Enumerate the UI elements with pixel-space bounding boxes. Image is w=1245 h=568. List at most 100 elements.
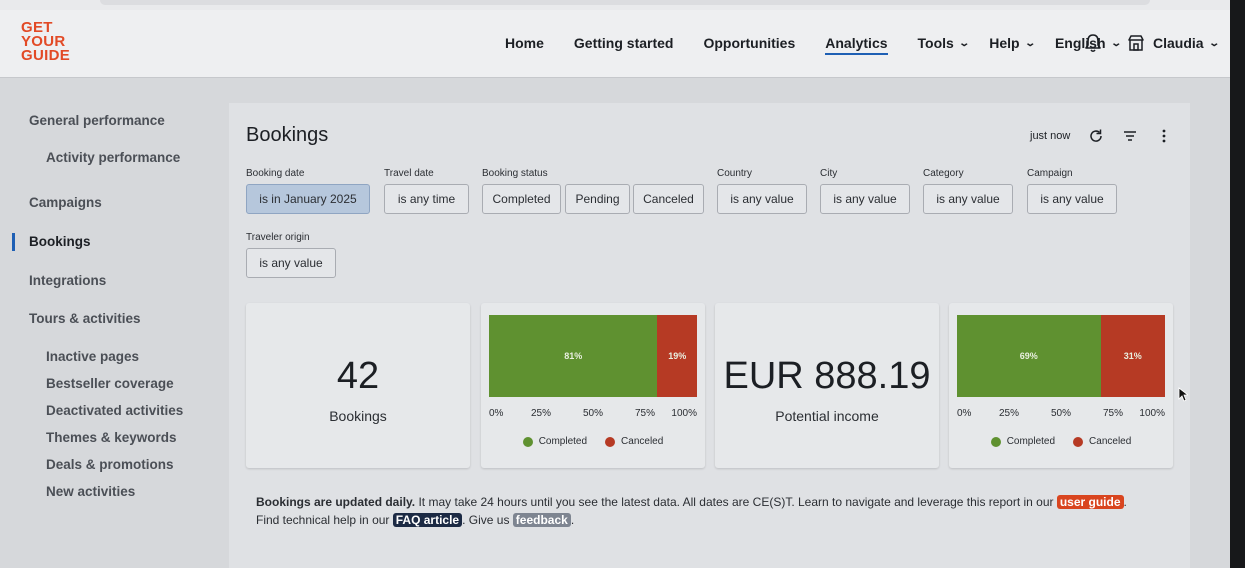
axis-tick-label: 25% — [530, 408, 551, 419]
legend-dot-icon — [522, 436, 533, 447]
legend-label: Completed — [1006, 436, 1056, 447]
bookings-count: 42 — [336, 355, 380, 397]
category-filter[interactable]: is any value — [923, 184, 1013, 214]
nav-label: Tools — [917, 35, 954, 51]
bar-segment-canceled[interactable]: 19% — [657, 315, 697, 397]
address-bar[interactable] — [100, 0, 1150, 5]
legend-dot-icon — [605, 436, 616, 447]
status-completed-chip[interactable]: Completed — [482, 184, 561, 214]
report-toolbar: just now — [1030, 127, 1172, 145]
mouse-cursor-icon — [1178, 387, 1188, 402]
bar-segment-completed[interactable]: 69% — [957, 315, 1101, 397]
filter-label-booking-date: Booking date — [246, 168, 305, 179]
filter-label-traveler-origin: Traveler origin — [246, 232, 310, 243]
bookings-panel: Bookings just now Booking date is in Jan… — [229, 103, 1190, 568]
feedback-link[interactable]: feedback — [512, 513, 571, 527]
axis-tick-label: 0% — [957, 408, 972, 419]
sidebar-item-bookings[interactable]: Bookings — [29, 234, 91, 249]
legend-item[interactable]: Canceled — [605, 436, 663, 447]
legend-label: Canceled — [621, 436, 664, 447]
legend-label: Completed — [538, 436, 588, 447]
filter-icon[interactable] — [1122, 128, 1138, 144]
bookings-count-card: 42 Bookings — [246, 303, 470, 468]
bookings-status-chart: 81% 19% 0% 25% 50% 75% 100% Completed Canceled — [481, 303, 705, 468]
nav-label: Help — [989, 35, 1020, 51]
note-text: It may take 24 hours until you see the l… — [415, 495, 1057, 509]
campaign-filter[interactable]: is any value — [1027, 184, 1117, 214]
window-edge — [1230, 0, 1245, 568]
sidebar-item-integrations[interactable]: Integrations — [29, 273, 106, 288]
traveler-origin-filter[interactable]: is any value — [246, 248, 336, 278]
status-pending-chip[interactable]: Pending — [565, 184, 630, 214]
country-filter[interactable]: is any value — [717, 184, 807, 214]
axis-tick-label: 75% — [634, 408, 655, 419]
bell-icon[interactable] — [1083, 32, 1103, 54]
potential-income-label: Potential income — [775, 408, 879, 424]
refresh-icon[interactable] — [1088, 128, 1104, 144]
axis-tick-label: 75% — [1102, 408, 1123, 419]
chart-legend: Completed Canceled — [481, 436, 705, 447]
sidebar-item-new-activities[interactable]: New activities — [46, 484, 135, 499]
filter-label-category: Category — [923, 168, 964, 179]
city-filter[interactable]: is any value — [820, 184, 910, 214]
main-nav: Home Getting started Opportunities Analy… — [490, 10, 1126, 76]
filter-label-city: City — [820, 168, 838, 179]
logo-line: GUIDE — [21, 47, 71, 64]
potential-income-value: EUR 888.19 — [723, 355, 931, 397]
nav-opportunities[interactable]: Opportunities — [688, 10, 810, 76]
sidebar-item-tours-activities[interactable]: Tours & activities — [29, 311, 141, 326]
refresh-status: just now — [1030, 130, 1071, 142]
income-status-chart: 69% 31% 0% 25% 50% 75% 100% Completed Canceled — [949, 303, 1173, 468]
axis-tick-label: 25% — [998, 408, 1019, 419]
chevron-down-icon: ⌄ — [1023, 37, 1036, 49]
active-indicator — [12, 233, 15, 251]
nav-label: Analytics — [825, 35, 888, 51]
bookings-count-label: Bookings — [329, 408, 387, 424]
legend-dot-icon — [1073, 436, 1084, 447]
sidebar-item-activity-performance[interactable]: Activity performance — [46, 150, 180, 165]
axis-tick-label: 0% — [489, 408, 504, 419]
axis-tick-label: 50% — [1050, 408, 1071, 419]
faq-article-link[interactable]: FAQ article — [392, 513, 463, 527]
legend-item[interactable]: Canceled — [1073, 436, 1131, 447]
note-bold: Bookings are updated daily. — [256, 495, 416, 509]
chevron-down-icon: ⌄ — [958, 37, 970, 49]
filter-label-campaign: Campaign — [1027, 168, 1073, 179]
user-menu[interactable]: Claudia ⌄ — [1127, 10, 1220, 76]
bar-segment-completed[interactable]: 81% — [489, 315, 658, 397]
nav-getting-started[interactable]: Getting started — [559, 10, 689, 76]
legend-item[interactable]: Completed — [522, 436, 588, 447]
update-info-note: Bookings are updated daily. It may take … — [256, 493, 1136, 529]
booking-date-filter[interactable]: is in January 2025 — [246, 184, 370, 214]
nav-label: Getting started — [573, 35, 674, 51]
nav-help[interactable]: Help ⌄ — [974, 10, 1040, 76]
axis-tick-label: 50% — [582, 408, 603, 419]
stacked-bar: 81% 19% — [489, 315, 697, 397]
nav-analytics[interactable]: Analytics — [810, 10, 902, 76]
travel-date-filter[interactable]: is any time — [384, 184, 469, 214]
bar-segment-canceled[interactable]: 31% — [1100, 315, 1165, 397]
legend-dot-icon — [990, 436, 1001, 447]
more-options-icon[interactable] — [1156, 128, 1172, 144]
nav-home[interactable]: Home — [490, 10, 559, 76]
sidebar-item-campaigns[interactable]: Campaigns — [29, 195, 102, 210]
user-guide-link[interactable]: user guide — [1056, 495, 1124, 509]
filter-label-travel-date: Travel date — [384, 168, 434, 179]
status-canceled-chip[interactable]: Canceled — [633, 184, 704, 214]
filter-label-booking-status: Booking status — [482, 168, 548, 179]
potential-income-card: EUR 888.19 Potential income — [715, 303, 939, 468]
sidebar-item-themes-keywords[interactable]: Themes & keywords — [46, 430, 177, 445]
sidebar-item-bestseller-coverage[interactable]: Bestseller coverage — [46, 376, 174, 391]
sidebar-item-general-performance[interactable]: General performance — [29, 113, 165, 128]
chevron-down-icon: ⌄ — [1109, 37, 1122, 49]
sidebar: General performance Activity performance… — [0, 78, 228, 568]
sidebar-item-inactive-pages[interactable]: Inactive pages — [46, 349, 139, 364]
nav-tools[interactable]: Tools ⌄ — [903, 10, 975, 76]
getyourguide-logo[interactable]: GET YOUR GUIDE — [21, 20, 71, 64]
user-name: Claudia — [1153, 35, 1204, 51]
sidebar-item-deals-promotions[interactable]: Deals & promotions — [46, 457, 174, 472]
axis-tick-label: 100% — [1139, 408, 1165, 419]
filter-label-country: Country — [717, 168, 753, 179]
legend-item[interactable]: Completed — [990, 436, 1056, 447]
sidebar-item-deactivated-activities[interactable]: Deactivated activities — [46, 403, 183, 418]
